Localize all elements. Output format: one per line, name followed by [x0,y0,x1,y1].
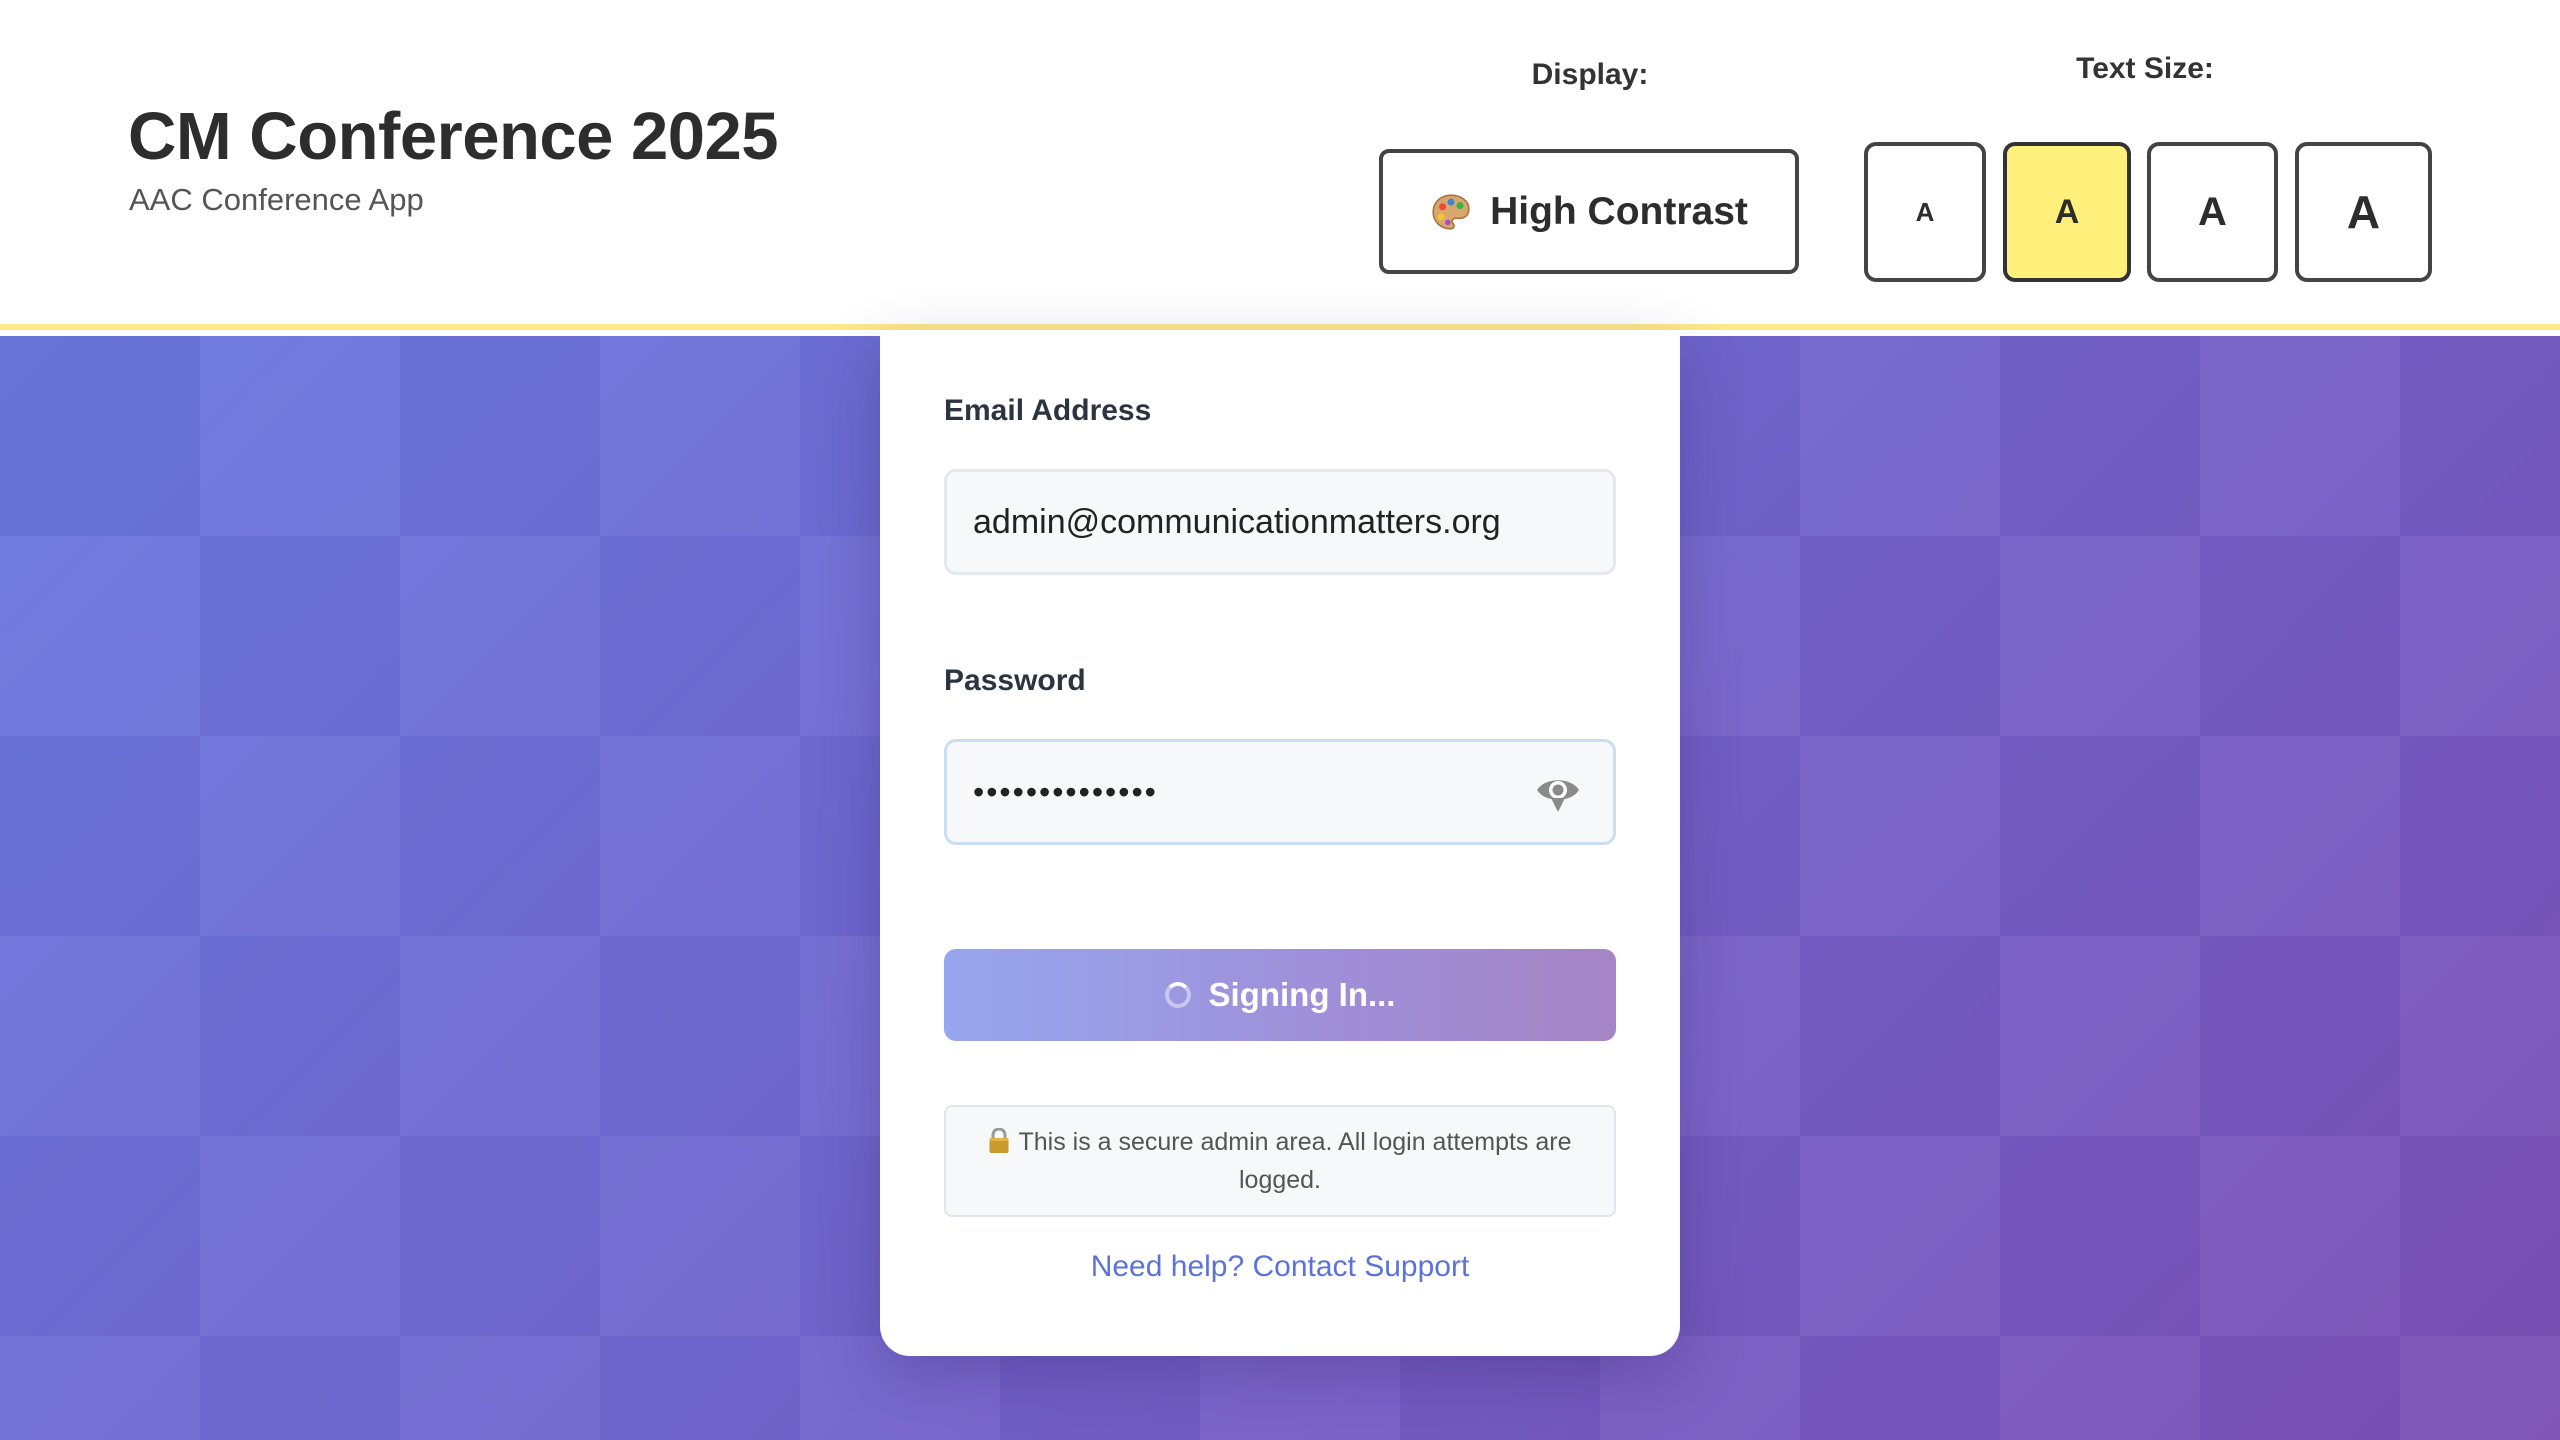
palette-icon [1432,193,1470,230]
text-size-medium-button[interactable]: A [2003,142,2131,282]
security-notice-text: This is a secure admin area. All login a… [1018,1128,1572,1194]
password-field[interactable] [944,739,1616,845]
email-label: Email Address [944,394,1152,427]
high-contrast-button[interactable]: High Contrast [1379,149,1799,274]
eye-icon[interactable] [1534,770,1582,814]
sign-in-label: Signing In... [1208,976,1396,1013]
sign-in-button[interactable]: Signing In... [944,949,1616,1041]
app-title: CM Conference 2025 [128,99,779,174]
app-header: CM Conference 2025 AAC Conference App Di… [0,0,2560,330]
text-size-label: Text Size: [2076,52,2214,85]
email-field[interactable] [944,469,1616,575]
contact-support-link[interactable]: Need help? Contact Support [944,1250,1616,1284]
text-size-large-button[interactable]: A [2147,142,2278,282]
text-size-xlarge-button[interactable]: A [2295,142,2432,282]
text-size-small-button[interactable]: A [1864,142,1986,282]
password-label: Password [944,664,1086,697]
high-contrast-label: High Contrast [1490,189,1748,233]
security-notice: This is a secure admin area. All login a… [944,1105,1616,1217]
app-subtitle: AAC Conference App [129,182,424,217]
display-label: Display: [1531,58,1649,91]
lock-icon [989,1128,1009,1153]
login-card: Email Address Password Signing In... Thi… [880,330,1680,1356]
loading-spinner-icon [1164,982,1191,1008]
